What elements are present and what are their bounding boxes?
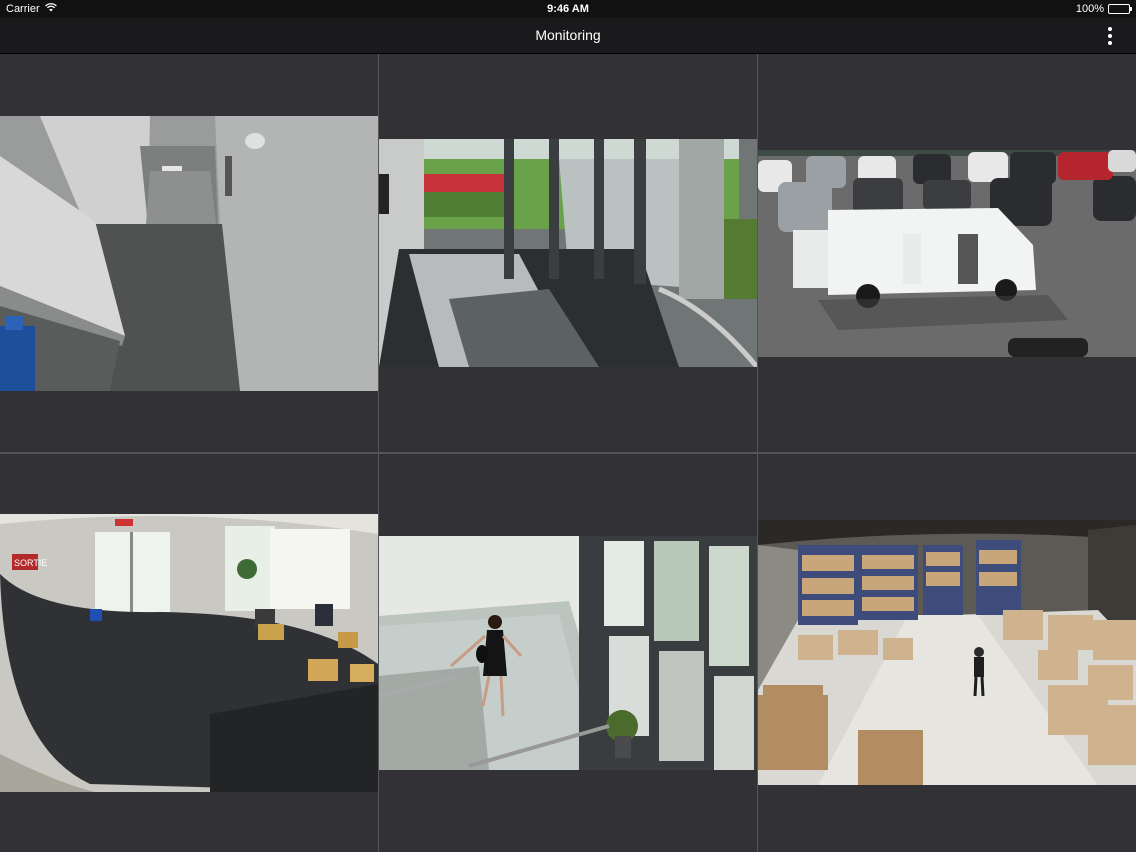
exit-sign-text: SORTIE <box>14 558 47 568</box>
camera-feed-hallway <box>0 116 378 391</box>
camera-tile-parking[interactable] <box>758 54 1136 452</box>
camera-feed-lobby: SORTIE <box>0 514 378 792</box>
camera-tile-lobby[interactable]: SORTIE <box>0 454 378 852</box>
status-time: 9:46 AM <box>547 3 589 15</box>
nav-bar: Monitoring <box>0 18 1136 54</box>
battery-icon <box>1108 4 1132 14</box>
camera-feed-entrance <box>379 139 757 367</box>
camera-tile-warehouse[interactable] <box>758 454 1136 852</box>
camera-tile-hallway[interactable] <box>0 54 378 452</box>
camera-tile-entrance[interactable] <box>379 54 757 452</box>
status-right: 100% <box>1075 3 1132 15</box>
camera-feed-parking <box>758 150 1136 357</box>
camera-tile-stairwell[interactable] <box>379 454 757 852</box>
camera-feed-stairwell <box>379 536 757 770</box>
more-vertical-icon[interactable] <box>1100 26 1120 46</box>
battery-percent: 100% <box>1075 3 1104 15</box>
camera-feed-warehouse <box>758 520 1136 785</box>
page-title: Monitoring <box>535 27 601 43</box>
status-bar: Carrier 9:46 AM 100% <box>0 0 1136 18</box>
camera-grid: SORTIE <box>0 54 1136 852</box>
